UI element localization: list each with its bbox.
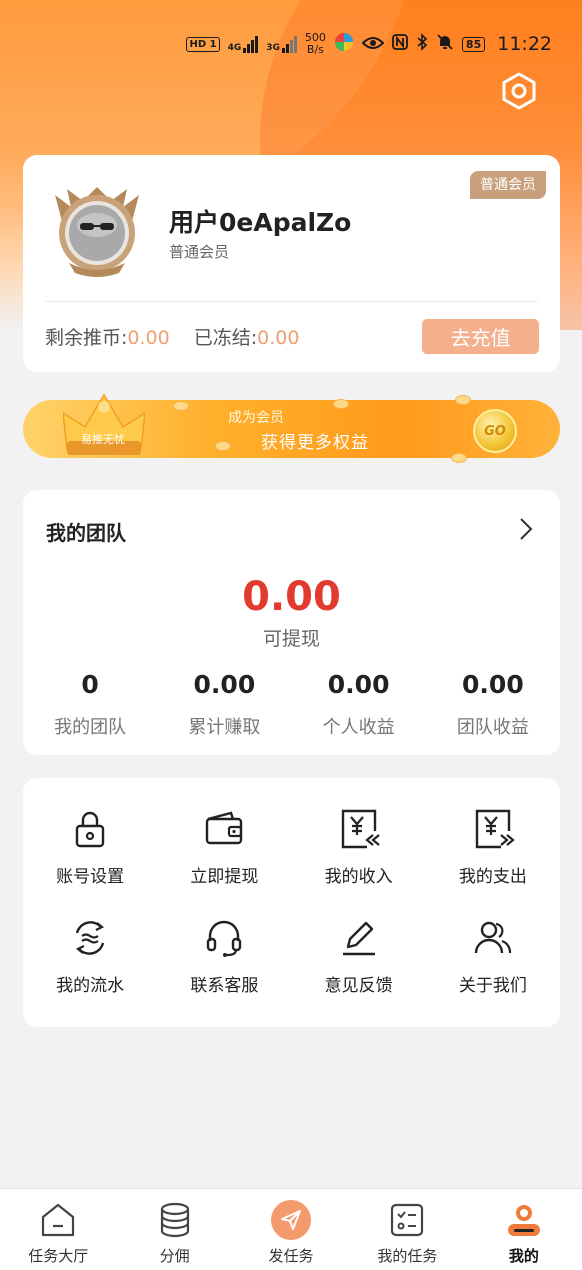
- tab-mine[interactable]: 我的: [466, 1189, 582, 1270]
- coin-decoration: [333, 399, 349, 409]
- clock: 11:22: [497, 33, 552, 55]
- bluetooth-icon: [416, 33, 428, 55]
- tab-post-task[interactable]: 发任务: [233, 1189, 349, 1270]
- coin-decoration: [455, 395, 471, 405]
- wallet-icon: [201, 806, 247, 852]
- avatar[interactable]: [47, 185, 147, 277]
- app-notification-icon: [334, 32, 354, 56]
- balance-row: 剩余推币:0.00 已冻结:0.00: [45, 323, 299, 350]
- home-icon: [37, 1199, 79, 1241]
- coin-decoration: [173, 401, 189, 411]
- stat-team-income[interactable]: 0.00 团队收益: [426, 670, 560, 739]
- withdrawable-amount: 0.00: [242, 574, 341, 620]
- username: 用户0eApalZo: [169, 208, 352, 237]
- team-card: 我的团队 0.00 可提现 0 我的团队 0.00 累计赚取 0.00 个人收益…: [23, 490, 560, 755]
- signal-icon-1: 4G: [228, 35, 259, 53]
- recharge-button[interactable]: 去充值: [422, 319, 539, 354]
- send-icon: [271, 1200, 312, 1240]
- chevron-right-icon[interactable]: [516, 516, 536, 542]
- expense-icon: [470, 806, 516, 852]
- divider: [45, 301, 538, 302]
- team-title: 我的团队: [46, 521, 126, 545]
- user-level: 普通会员: [169, 243, 230, 261]
- menu-expense[interactable]: 我的支出: [426, 806, 560, 887]
- go-button[interactable]: GO: [473, 409, 517, 453]
- signal-icon-2: 3G: [266, 35, 297, 53]
- edit-icon: [336, 915, 382, 961]
- tab-task-hall[interactable]: 任务大厅: [0, 1189, 116, 1270]
- coin-decoration: [215, 441, 231, 451]
- eye-icon: [361, 35, 385, 54]
- banner-line2: 获得更多权益: [261, 433, 369, 453]
- menu-withdraw[interactable]: 立即提现: [157, 806, 291, 887]
- hd-indicator: HD 1: [186, 36, 220, 52]
- banner-line1: 成为会员: [228, 410, 284, 426]
- headset-icon: [201, 915, 247, 961]
- menu-card: 账号设置 立即提现 我的收入 我的支出 我的流水 联系客服 意见反馈 关于我们: [23, 778, 560, 1027]
- profile-icon: [503, 1199, 545, 1241]
- checklist-icon: [386, 1199, 428, 1241]
- income-icon: [336, 806, 382, 852]
- bottom-tab-bar: 任务大厅 分佣 发任务 我的任务 我的: [0, 1188, 582, 1270]
- menu-account-settings[interactable]: 账号设置: [23, 806, 157, 887]
- settings-button[interactable]: [498, 70, 540, 112]
- stat-total-earned[interactable]: 0.00 累计赚取: [157, 670, 291, 739]
- tab-my-tasks[interactable]: 我的任务: [349, 1189, 465, 1270]
- menu-feedback[interactable]: 意见反馈: [292, 915, 426, 996]
- coin-decoration: [451, 453, 467, 463]
- mute-bell-icon: [436, 33, 454, 55]
- frozen-coins: 已冻结:0.00: [193, 327, 300, 349]
- stat-personal-income[interactable]: 0.00 个人收益: [292, 670, 426, 739]
- crown-icon: [63, 393, 145, 455]
- menu-about-us[interactable]: 关于我们: [426, 915, 560, 996]
- menu-customer-service[interactable]: 联系客服: [157, 915, 291, 996]
- vip-banner[interactable]: 易推无忧 成为会员 获得更多权益 GO: [23, 393, 560, 465]
- stat-team-count[interactable]: 0 我的团队: [23, 670, 157, 739]
- hexagon-settings-icon: [502, 72, 536, 110]
- crown-label: 易推无忧: [81, 433, 125, 446]
- member-tag: 普通会员: [470, 171, 546, 199]
- profile-card: 普通会员 用户0eApalZo 普通会员 剩余推币:0.00 已冻结:0.00 …: [23, 155, 560, 372]
- remaining-coins: 剩余推币:0.00: [45, 327, 170, 349]
- menu-transaction-flow[interactable]: 我的流水: [23, 915, 157, 996]
- net-speed: 500 B/s: [304, 31, 326, 56]
- status-bar: HD 1 4G 3G 500 B/s 85 11:22: [0, 26, 582, 62]
- coins-icon: [154, 1199, 196, 1241]
- tab-commission[interactable]: 分佣: [116, 1189, 232, 1270]
- nfc-icon: [392, 34, 408, 54]
- withdrawable-label: 可提现: [262, 628, 320, 650]
- battery-icon: 85: [461, 36, 486, 52]
- menu-income[interactable]: 我的收入: [292, 806, 426, 887]
- flow-icon: [67, 915, 113, 961]
- lock-icon: [67, 806, 113, 852]
- team-stats: 0 我的团队 0.00 累计赚取 0.00 个人收益 0.00 团队收益: [23, 670, 560, 739]
- users-icon: [470, 915, 516, 961]
